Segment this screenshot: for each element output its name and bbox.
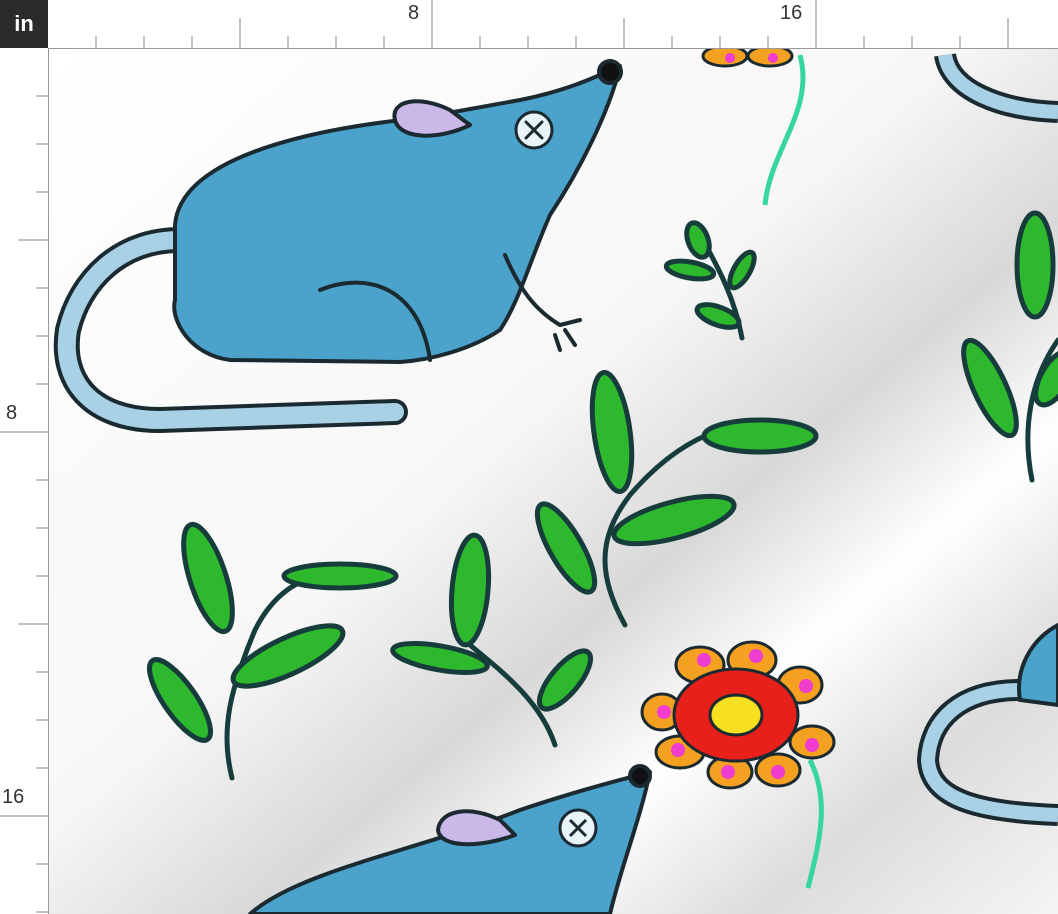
left-ruler-label-8: 8	[6, 402, 18, 424]
left-ruler: 8 16	[0, 48, 49, 914]
top-ruler: 8 16	[48, 0, 1058, 49]
left-ruler-label-16: 16	[2, 786, 25, 808]
top-ruler-ticks	[95, 0, 1009, 48]
fabric-preview[interactable]	[49, 49, 1058, 914]
unit-toggle[interactable]: in	[0, 0, 48, 48]
top-ruler-label-8: 8	[408, 2, 420, 24]
top-ruler-label-16: 16	[780, 2, 803, 24]
left-ruler-ticks	[0, 95, 48, 913]
unit-label: in	[14, 11, 34, 36]
